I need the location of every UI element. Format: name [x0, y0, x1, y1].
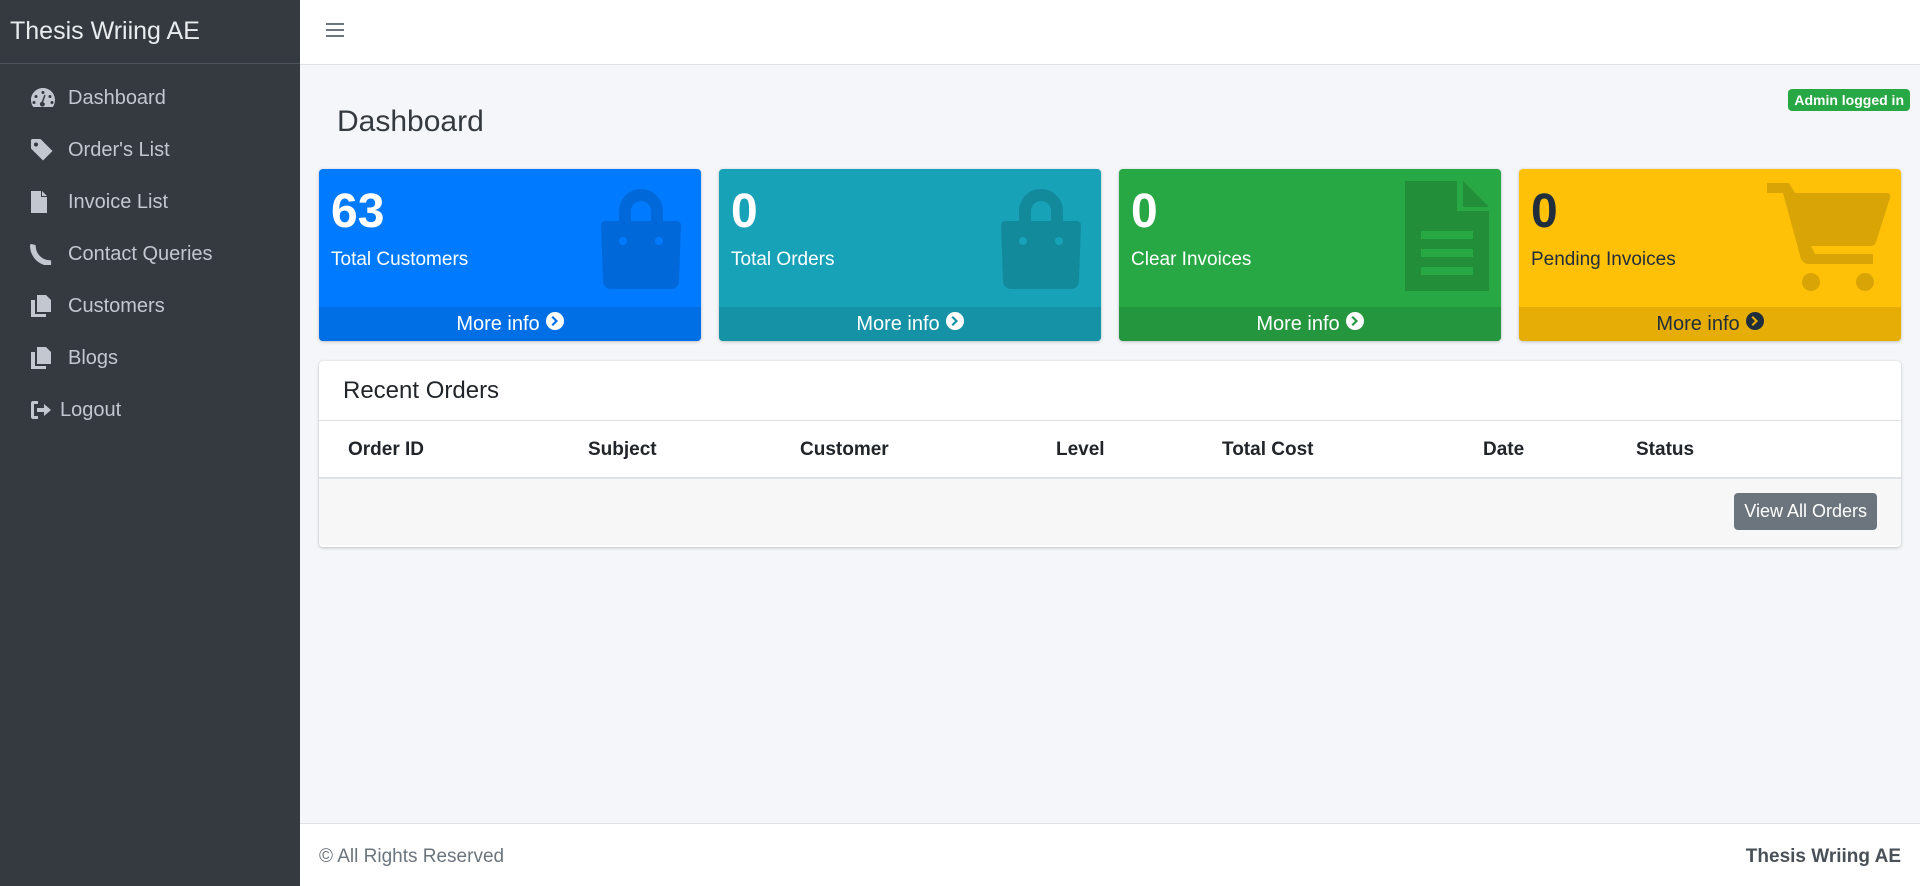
column-header-level[interactable]: Level — [1056, 439, 1105, 461]
more-info-link[interactable]: More info — [1519, 307, 1901, 341]
tachometer-icon — [30, 85, 58, 111]
column-header-customer[interactable]: Customer — [800, 439, 889, 461]
stat-box-total-customers: 63 Total Customers More info — [319, 169, 701, 341]
sign-out-icon — [30, 397, 52, 423]
stat-box-pending-invoices: 0 Pending Invoices More info — [1519, 169, 1901, 341]
column-header-status[interactable]: Status — [1636, 439, 1694, 461]
status-badge: Admin logged in — [1788, 89, 1910, 111]
card-title: Recent Orders — [319, 361, 1901, 421]
arrow-circle-right-icon — [545, 312, 564, 336]
column-header-date[interactable]: Date — [1483, 439, 1524, 461]
sidebar: Thesis Wriing AE Dashboard Order's List … — [0, 0, 300, 886]
sidebar-item-orders[interactable]: Order's List — [0, 124, 300, 176]
more-info-label: More info — [1656, 312, 1740, 335]
shopping-bag-icon — [591, 181, 691, 296]
more-info-label: More info — [456, 312, 540, 335]
shopping-bag-icon — [991, 181, 1091, 296]
copy-icon — [30, 293, 58, 319]
cart-icon — [1767, 181, 1891, 296]
column-header-order-id[interactable]: Order ID — [348, 439, 424, 461]
brand-title[interactable]: Thesis Wriing AE — [0, 0, 300, 64]
card-footer: View All Orders — [319, 479, 1901, 545]
sidebar-nav: Dashboard Order's List Invoice List Cont… — [0, 64, 300, 436]
sidebar-item-blogs[interactable]: Blogs — [0, 332, 300, 384]
stat-box-clear-invoices: 0 Clear Invoices More info — [1119, 169, 1501, 341]
sidebar-item-label: Logout — [60, 398, 122, 421]
sidebar-item-label: Blogs — [68, 346, 119, 369]
sidebar-item-invoices[interactable]: Invoice List — [0, 176, 300, 228]
sidebar-item-label: Order's List — [68, 138, 170, 161]
column-header-subject[interactable]: Subject — [588, 439, 657, 461]
sidebar-item-dashboard[interactable]: Dashboard — [0, 72, 300, 124]
arrow-circle-right-icon — [945, 312, 964, 336]
document-icon — [1405, 181, 1489, 296]
sidebar-item-customers[interactable]: Customers — [0, 280, 300, 332]
copyright-text: © All Rights Reserved — [319, 846, 505, 867]
top-navbar — [300, 0, 1920, 65]
sidebar-item-label: Customers — [68, 294, 165, 317]
sidebar-item-label: Dashboard — [68, 86, 166, 109]
more-info-label: More info — [1256, 312, 1340, 335]
hamburger-icon[interactable] — [326, 18, 348, 42]
arrow-circle-right-icon — [1345, 312, 1364, 336]
more-info-link[interactable]: More info — [1119, 307, 1501, 341]
table-header: Order ID Subject Customer Level Total Co… — [319, 421, 1901, 479]
more-info-link[interactable]: More info — [319, 307, 701, 341]
more-info-link[interactable]: More info — [719, 307, 1101, 341]
stat-boxes: 63 Total Customers More info 0 Total Ord… — [319, 169, 1901, 341]
copy-icon — [30, 345, 58, 371]
page-footer: © All Rights Reserved Thesis Wriing AE — [300, 823, 1920, 886]
arrow-circle-right-icon — [1745, 312, 1764, 336]
tag-icon — [30, 137, 58, 163]
main-content: Admin logged in Dashboard 63 Total Custo… — [300, 65, 1920, 823]
page-title: Dashboard — [337, 105, 484, 138]
footer-brand[interactable]: Thesis Wriing AE — [1746, 846, 1901, 868]
sidebar-item-logout[interactable]: Logout — [0, 384, 300, 436]
sidebar-item-label: Contact Queries — [68, 242, 213, 265]
file-icon — [30, 189, 58, 215]
phone-icon — [30, 241, 58, 267]
recent-orders-card: Recent Orders Order ID Subject Customer … — [319, 361, 1901, 547]
more-info-label: More info — [856, 312, 940, 335]
stat-box-total-orders: 0 Total Orders More info — [719, 169, 1101, 341]
column-header-total-cost[interactable]: Total Cost — [1222, 439, 1313, 461]
sidebar-item-contact-queries[interactable]: Contact Queries — [0, 228, 300, 280]
view-all-orders-button[interactable]: View All Orders — [1734, 493, 1877, 530]
sidebar-item-label: Invoice List — [68, 190, 169, 213]
